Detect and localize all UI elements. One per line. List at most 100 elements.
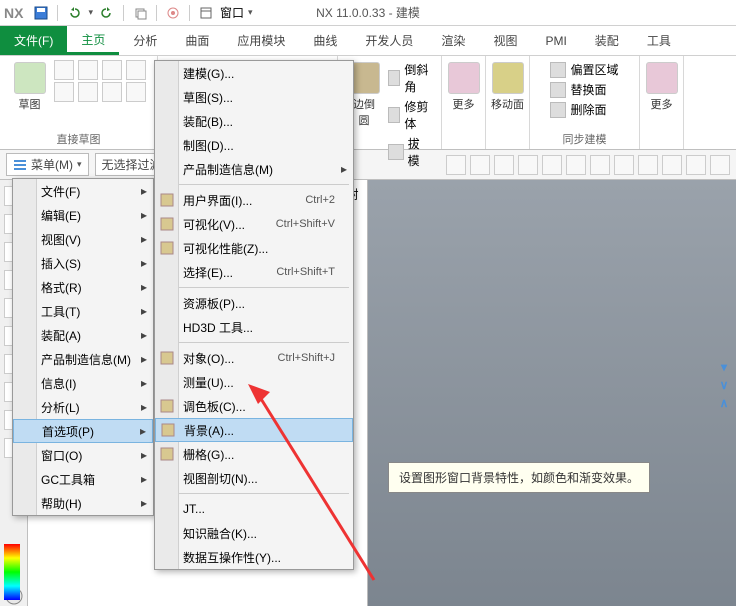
touch-icon[interactable] — [163, 3, 183, 23]
menu2-item-2[interactable]: 装配(B)... — [155, 109, 353, 133]
sel-tool-7[interactable] — [590, 155, 610, 175]
menu1-item-8[interactable]: 信息(I)▸ — [13, 371, 153, 395]
draft-button[interactable]: 拔模 — [386, 134, 433, 170]
tab-pmi[interactable]: PMI — [531, 26, 580, 55]
replace-face-button[interactable]: 替换面 — [548, 80, 620, 99]
graphics-viewport[interactable]: ▾ ∨ ∧ — [368, 180, 736, 606]
menu1-item-2[interactable]: 视图(V)▸ — [13, 227, 153, 251]
menu2-item-8[interactable]: 可视化性能(Z)... — [155, 236, 353, 260]
menu2-item-22[interactable]: 知识融合(K)... — [155, 521, 353, 545]
menu-item-icon — [159, 398, 175, 414]
handle-v-icon[interactable]: ∨ — [716, 378, 732, 394]
file-tab[interactable]: 文件(F) — [0, 26, 67, 55]
tab-curve[interactable]: 曲线 — [299, 26, 351, 55]
sel-tool-5[interactable] — [542, 155, 562, 175]
fillet-tool[interactable] — [102, 82, 122, 102]
tab-application[interactable]: 应用模块 — [223, 26, 299, 55]
menu1-item-5[interactable]: 工具(T)▸ — [13, 299, 153, 323]
trim-body-button[interactable]: 修剪体 — [386, 97, 433, 133]
circle-tool[interactable] — [78, 82, 98, 102]
menu2-item-7[interactable]: 可视化(V)...Ctrl+Shift+V — [155, 212, 353, 236]
spectrum-icon[interactable] — [4, 544, 20, 600]
delete-face-button[interactable]: 删除面 — [548, 100, 620, 119]
edge-stack: 倒斜角 修剪体 拔模 — [386, 60, 433, 170]
menu-separator — [159, 287, 349, 288]
menu2-item-12[interactable]: HD3D 工具... — [155, 315, 353, 339]
ribbon-group-more1: 更多 — [442, 56, 486, 149]
save-icon[interactable] — [31, 3, 51, 23]
rect-tool[interactable] — [78, 60, 98, 80]
menu1-item-4[interactable]: 格式(R)▸ — [13, 275, 153, 299]
chamfer-button[interactable]: 倒斜角 — [386, 60, 433, 96]
menu2-item-21[interactable]: JT... — [155, 497, 353, 521]
group-label-sketch: 直接草图 — [57, 131, 101, 147]
menu2-item-18[interactable]: 栅格(G)... — [155, 442, 353, 466]
window-icon[interactable] — [196, 3, 216, 23]
undo-icon[interactable] — [64, 3, 84, 23]
menu1-item-9[interactable]: 分析(L)▸ — [13, 395, 153, 419]
menu2-item-4[interactable]: 产品制造信息(M)▸ — [155, 157, 353, 181]
handle-down-icon[interactable]: ▾ — [716, 360, 732, 376]
sel-tool-2[interactable] — [470, 155, 490, 175]
copy-icon[interactable] — [130, 3, 150, 23]
menu2-item-15[interactable]: 测量(U)... — [155, 370, 353, 394]
sel-tool-8[interactable] — [614, 155, 634, 175]
more-tool[interactable] — [126, 82, 146, 102]
menu2-item-14[interactable]: 对象(O)...Ctrl+Shift+J — [155, 346, 353, 370]
menu1-item-0[interactable]: 文件(F)▸ — [13, 179, 153, 203]
menu2-item-23[interactable]: 数据互操作性(Y)... — [155, 545, 353, 569]
redo-icon[interactable] — [97, 3, 117, 23]
sel-tool-6[interactable] — [566, 155, 586, 175]
menu2-item-0[interactable]: 建模(G)... — [155, 61, 353, 85]
tab-analysis[interactable]: 分析 — [119, 26, 171, 55]
spline-tool[interactable] — [54, 82, 74, 102]
menu1-item-1[interactable]: 编辑(E)▸ — [13, 203, 153, 227]
arc-tool[interactable] — [126, 60, 146, 80]
menu1-item-13[interactable]: 帮助(H)▸ — [13, 491, 153, 515]
sel-tool-4[interactable] — [518, 155, 538, 175]
tab-render[interactable]: 渲染 — [427, 26, 479, 55]
move-face-button[interactable]: 移动面 — [488, 60, 528, 114]
tab-tools[interactable]: 工具 — [633, 26, 685, 55]
menu2-item-11[interactable]: 资源板(P)... — [155, 291, 353, 315]
menu2-item-6[interactable]: 用户界面(I)...Ctrl+2 — [155, 188, 353, 212]
tab-view[interactable]: 视图 — [479, 26, 531, 55]
menu1-item-11[interactable]: 窗口(O)▸ — [13, 443, 153, 467]
menu2-item-16[interactable]: 调色板(C)... — [155, 394, 353, 418]
menu2-item-1[interactable]: 草图(S)... — [155, 85, 353, 109]
menu1-item-6[interactable]: 装配(A)▸ — [13, 323, 153, 347]
sketch-button[interactable]: 草图 — [10, 60, 50, 114]
menu2-item-3[interactable]: 制图(D)... — [155, 133, 353, 157]
menu-separator — [159, 184, 349, 185]
sel-tool-9[interactable] — [638, 155, 658, 175]
sel-tool-12[interactable] — [710, 155, 730, 175]
tab-assembly[interactable]: 装配 — [581, 26, 633, 55]
window-label[interactable]: 窗口 — [220, 4, 244, 21]
undo-dropdown-icon[interactable]: ▾ — [88, 7, 93, 18]
more-sync-button[interactable]: 更多 — [642, 60, 682, 114]
menu2-item-17[interactable]: 背景(A)... — [155, 418, 353, 442]
menu1-item-7[interactable]: 产品制造信息(M)▸ — [13, 347, 153, 371]
tab-surface[interactable]: 曲面 — [171, 26, 223, 55]
handle-a-icon[interactable]: ∧ — [716, 396, 732, 412]
line-tool[interactable] — [54, 60, 74, 80]
draft-icon — [388, 144, 404, 160]
separator — [156, 5, 157, 21]
menu-dropdown[interactable]: 菜单(M) ▾ — [6, 153, 89, 176]
tab-developer[interactable]: 开发人员 — [351, 26, 427, 55]
menu2-item-9[interactable]: 选择(E)...Ctrl+Shift+T — [155, 260, 353, 284]
sel-tool-11[interactable] — [686, 155, 706, 175]
menu2-item-19[interactable]: 视图剖切(N)... — [155, 466, 353, 490]
menu1-item-3[interactable]: 插入(S)▸ — [13, 251, 153, 275]
window-dropdown-icon[interactable]: ▾ — [248, 7, 253, 18]
menu-item-icon — [159, 216, 175, 232]
point-tool[interactable] — [102, 60, 122, 80]
offset-region-button[interactable]: 偏置区域 — [548, 60, 620, 79]
sel-tool-3[interactable] — [494, 155, 514, 175]
sel-tool-10[interactable] — [662, 155, 682, 175]
menu1-item-12[interactable]: GC工具箱▸ — [13, 467, 153, 491]
tab-home[interactable]: 主页 — [67, 26, 119, 55]
sel-tool-1[interactable] — [446, 155, 466, 175]
more-feature-button[interactable]: 更多 — [444, 60, 484, 114]
menu1-item-10[interactable]: 首选项(P)▸ — [13, 419, 153, 443]
